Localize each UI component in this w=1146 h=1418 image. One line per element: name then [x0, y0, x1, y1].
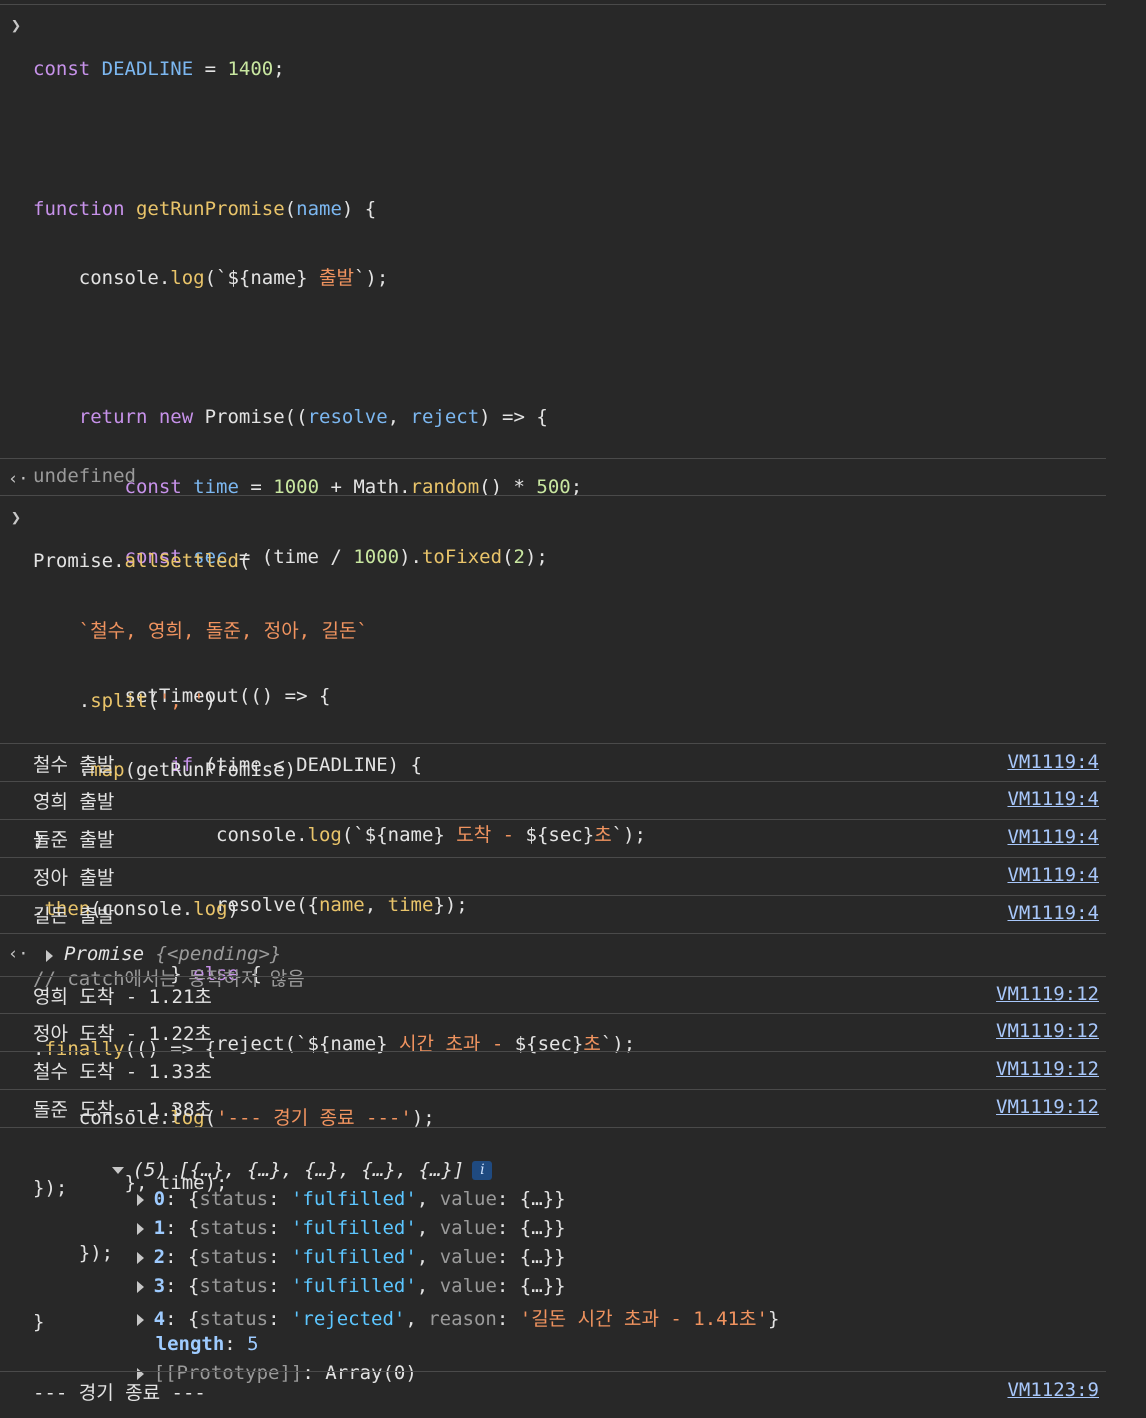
source-link[interactable]: VM1119:4 — [1007, 788, 1099, 810]
log-row: 돌준 출발 VM1119:4 — [0, 820, 1106, 857]
input-prompt-icon: ❯ — [10, 16, 22, 36]
source-link[interactable]: VM1119:4 — [1007, 751, 1099, 773]
code-line: console.log(`${name} 출발`); — [33, 267, 389, 290]
input-prompt-icon: ❯ — [10, 508, 22, 528]
result-text: undefined — [33, 465, 136, 487]
expand-triangle-icon[interactable] — [46, 950, 53, 962]
log-row: 영희 도착 - 1.21초 VM1119:12 — [0, 977, 1106, 1013]
input-block-2[interactable]: ❯ Promise.allSettled( `철수, 영희, 돌준, 정아, 길… — [0, 496, 1106, 1199]
log-text: 돌준 출발 — [33, 829, 115, 851]
code-line: .split(', ') — [33, 689, 217, 712]
source-link[interactable]: VM1119:4 — [1007, 826, 1099, 848]
source-link[interactable]: VM1119:4 — [1007, 902, 1099, 924]
code-line: return new Promise((resolve, reject) => … — [78, 406, 548, 429]
promise-result-row[interactable]: ‹· Promise {<pending>} — [0, 934, 1106, 976]
log-row: 철수 도착 - 1.33초 VM1119:12 — [0, 1052, 1106, 1089]
top-separator — [0, 4, 1106, 5]
log-row: 영희 출발 VM1119:4 — [0, 782, 1106, 819]
source-link[interactable]: VM1123:9 — [1007, 1379, 1099, 1401]
source-link[interactable]: VM1119:12 — [996, 1020, 1099, 1042]
log-text: 돌준 도착 - 1.38초 — [33, 1099, 212, 1121]
log-text: 영희 도착 - 1.21초 — [33, 986, 212, 1008]
log-text: 철수 도착 - 1.33초 — [33, 1061, 212, 1083]
promise-summary: Promise {<pending>} — [64, 943, 282, 965]
devtools-console: ❯ const DEADLINE = 1400; function getRun… — [0, 0, 1146, 1418]
source-link[interactable]: VM1119:12 — [996, 1096, 1099, 1118]
source-link[interactable]: VM1119:12 — [996, 1058, 1099, 1080]
result-arrow-icon: ‹· — [8, 944, 29, 964]
result-row-undefined: ‹· undefined — [0, 459, 1106, 495]
source-link[interactable]: VM1119:4 — [1007, 864, 1099, 886]
log-text: 철수 출발 — [33, 754, 115, 776]
result-arrow-icon: ‹· — [8, 469, 29, 489]
code-line: Promise.allSettled( — [33, 550, 251, 573]
log-row: 정아 도착 - 1.22초 VM1119:12 — [0, 1014, 1106, 1051]
code-line: function getRunPromise(name) { — [33, 197, 377, 220]
log-text: --- 경기 종료 --- — [33, 1382, 206, 1404]
code-line: `철수, 영희, 돌준, 정아, 길돈` — [78, 620, 368, 642]
log-row: 돌준 도착 - 1.38초 VM1119:12 — [0, 1090, 1106, 1127]
log-text: 정아 출발 — [33, 867, 115, 889]
code-line: const DEADLINE = 1400; — [33, 58, 285, 81]
log-text: 영희 출발 — [33, 791, 115, 813]
log-row: 철수 출발 VM1119:4 — [0, 744, 1106, 781]
array-output: (5) [{…}, {…}, {…}, {…}, {…}] i 0: {statu… — [0, 1128, 1106, 1384]
input-block-1[interactable]: ❯ const DEADLINE = 1400; function getRun… — [0, 8, 1106, 1333]
log-row: --- 경기 종료 --- VM1123:9 — [0, 1372, 1106, 1412]
log-text: 길돈 출발 — [33, 905, 115, 927]
log-row: 정아 출발 VM1119:4 — [0, 858, 1106, 895]
log-row: 길돈 출발 VM1119:4 — [0, 896, 1106, 933]
log-text: 정아 도착 - 1.22초 — [33, 1023, 212, 1045]
source-link[interactable]: VM1119:12 — [996, 983, 1099, 1005]
